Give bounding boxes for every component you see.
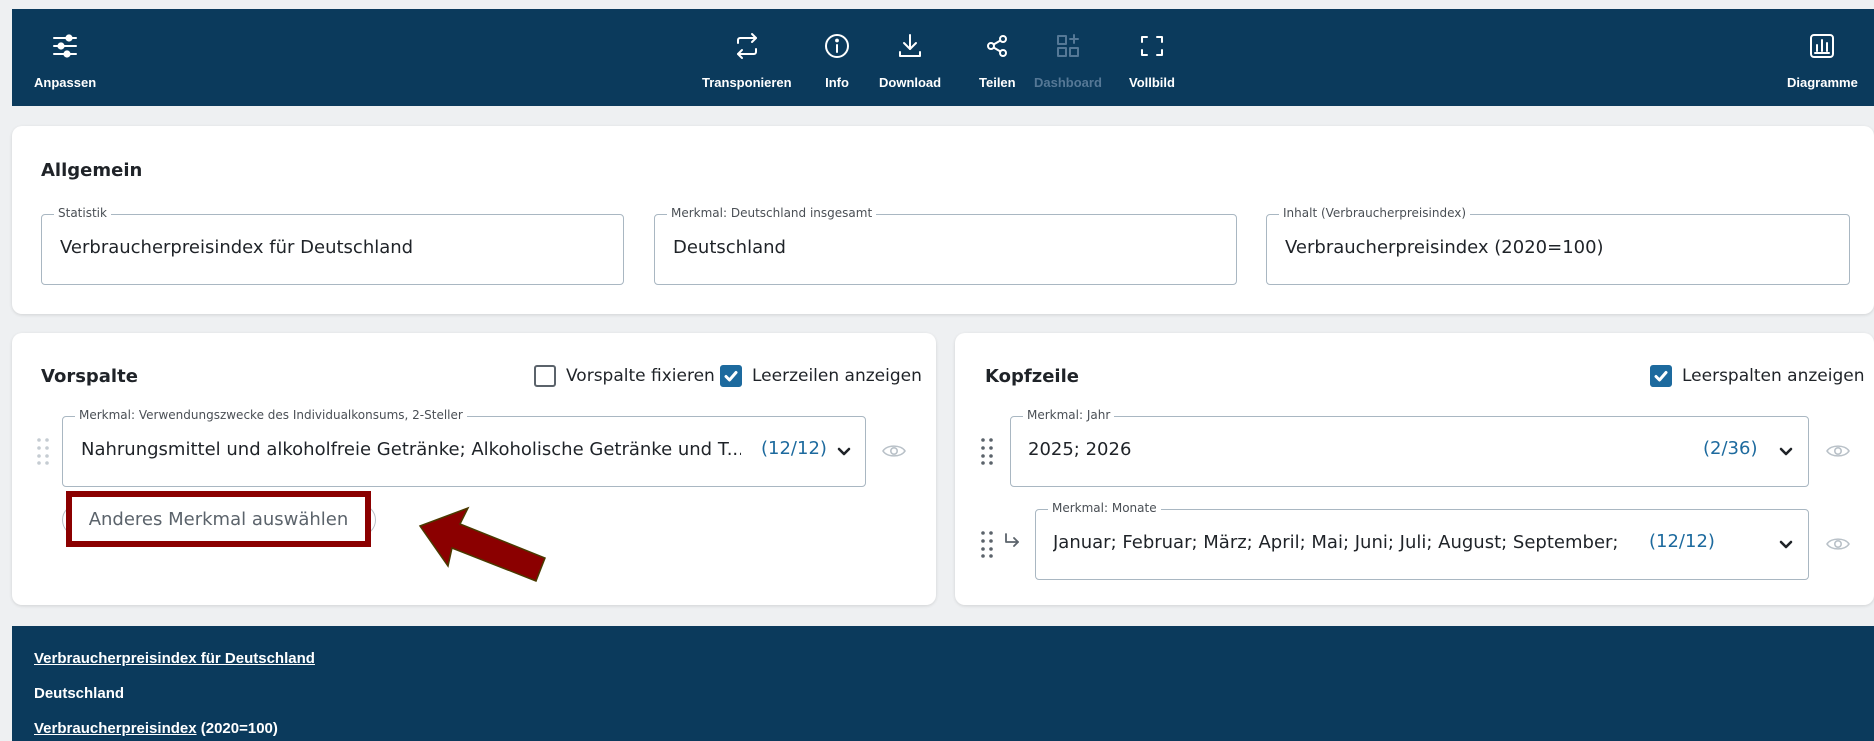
- check-icon: [724, 371, 738, 382]
- footer-content-rest: (2020=100): [196, 720, 278, 737]
- charts-label: Diagramme: [1787, 75, 1858, 90]
- fix-row-header-option[interactable]: Vorspalte fixieren: [534, 365, 715, 387]
- drag-handle-icon[interactable]: [980, 530, 994, 558]
- footer-statistic-link[interactable]: Verbraucherpreisindex für Deutschland: [34, 650, 315, 667]
- dashboard-button: Dashboard: [1034, 31, 1102, 90]
- months-count: (12/12): [1649, 531, 1715, 552]
- customize-label: Anpassen: [34, 75, 97, 90]
- months-value: Januar; Februar; März; April; Mai; Juni;…: [1053, 532, 1623, 553]
- year-legend: Merkmal: Jahr: [1023, 408, 1115, 422]
- chevron-down-icon[interactable]: [1779, 442, 1793, 456]
- info-label: Info: [825, 75, 849, 90]
- row-header-title: Vorspalte: [41, 366, 138, 387]
- fix-row-header-checkbox[interactable]: [534, 365, 556, 387]
- share-icon: [982, 31, 1012, 65]
- months-field[interactable]: Merkmal: Monate Januar; Februar; März; A…: [1035, 501, 1809, 580]
- info-icon: [822, 31, 852, 65]
- red-arrow-annotation: [418, 506, 548, 586]
- fullscreen-label: Vollbild: [1129, 75, 1175, 90]
- consumption-purpose-field[interactable]: Merkmal: Verwendungszwecke des Individua…: [62, 408, 866, 487]
- eye-icon[interactable]: [1825, 535, 1851, 553]
- transpose-button[interactable]: Transponieren: [702, 31, 792, 90]
- fullscreen-button[interactable]: Vollbild: [1129, 31, 1175, 90]
- region-legend: Merkmal: Deutschland insgesamt: [667, 206, 877, 220]
- chart-icon: [1807, 31, 1837, 65]
- customize-button[interactable]: Anpassen: [34, 31, 96, 90]
- column-header-card: Kopfzeile Leerspalten anzeigen Merkmal: …: [955, 333, 1874, 605]
- drag-handle-icon[interactable]: [980, 437, 994, 465]
- chevron-down-icon[interactable]: [837, 442, 851, 456]
- eye-icon[interactable]: [881, 442, 907, 460]
- share-label: Teilen: [979, 75, 1016, 90]
- region-field[interactable]: Merkmal: Deutschland insgesamt Deutschla…: [654, 206, 1237, 285]
- general-card: Allgemein Statistik Verbraucherpreisinde…: [12, 126, 1874, 314]
- show-empty-rows-option[interactable]: Leerzeilen anzeigen: [720, 365, 922, 387]
- show-empty-cols-label: Leerspalten anzeigen: [1682, 366, 1865, 386]
- show-empty-rows-label: Leerzeilen anzeigen: [752, 366, 922, 386]
- dashboard-icon: [1053, 31, 1083, 65]
- content-field[interactable]: Inhalt (Verbraucherpreisindex) Verbrauch…: [1266, 206, 1850, 285]
- general-title: Allgemein: [41, 160, 143, 181]
- table-title-footer: Verbraucherpreisindex für Deutschland De…: [12, 626, 1874, 741]
- download-icon: [895, 31, 925, 65]
- fullscreen-icon: [1137, 31, 1167, 65]
- content-legend: Inhalt (Verbraucherpreisindex): [1279, 206, 1471, 220]
- footer-content: Verbraucherpreisindex (2020=100): [34, 720, 278, 737]
- statistic-legend: Statistik: [54, 206, 111, 220]
- footer-content-link[interactable]: Verbraucherpreisindex: [34, 720, 197, 737]
- select-other-characteristic-button[interactable]: Anderes Merkmal auswählen: [66, 491, 371, 547]
- consumption-purpose-legend: Merkmal: Verwendungszwecke des Individua…: [75, 408, 467, 422]
- download-label: Download: [879, 75, 942, 90]
- year-count: (2/36): [1703, 438, 1758, 459]
- sliders-icon: [50, 31, 80, 65]
- months-legend: Merkmal: Monate: [1048, 501, 1161, 515]
- charts-button[interactable]: Diagramme: [1787, 31, 1858, 90]
- column-header-title: Kopfzeile: [985, 366, 1079, 387]
- year-value: 2025; 2026: [1028, 439, 1132, 460]
- download-button[interactable]: Download: [879, 31, 941, 90]
- top-toolbar: Anpassen Transponieren Info Download Tei…: [12, 9, 1874, 106]
- share-button[interactable]: Teilen: [979, 31, 1016, 90]
- eye-icon[interactable]: [1825, 442, 1851, 460]
- transpose-label: Transponieren: [702, 75, 792, 90]
- transpose-icon: [732, 31, 762, 65]
- statistic-field[interactable]: Statistik Verbraucherpreisindex für Deut…: [41, 206, 624, 285]
- nested-arrow-icon: [1003, 532, 1021, 550]
- region-value: Deutschland: [673, 237, 786, 258]
- content-value: Verbraucherpreisindex (2020=100): [1285, 237, 1604, 258]
- consumption-purpose-value: Nahrungsmittel und alkoholfreie Getränke…: [81, 439, 741, 460]
- info-button[interactable]: Info: [822, 31, 852, 90]
- show-empty-rows-checkbox[interactable]: [720, 365, 742, 387]
- footer-region: Deutschland: [34, 685, 125, 702]
- statistic-value: Verbraucherpreisindex für Deutschland: [60, 237, 414, 258]
- check-icon: [1654, 371, 1668, 382]
- show-empty-cols-checkbox[interactable]: [1650, 365, 1672, 387]
- consumption-purpose-count: (12/12): [761, 438, 827, 459]
- chevron-down-icon[interactable]: [1779, 535, 1793, 549]
- show-empty-cols-option[interactable]: Leerspalten anzeigen: [1650, 365, 1865, 387]
- year-field[interactable]: Merkmal: Jahr 2025; 2026 (2/36): [1010, 408, 1809, 487]
- drag-handle-icon[interactable]: [36, 437, 50, 465]
- dashboard-label: Dashboard: [1034, 75, 1102, 90]
- fix-row-header-label: Vorspalte fixieren: [566, 366, 715, 386]
